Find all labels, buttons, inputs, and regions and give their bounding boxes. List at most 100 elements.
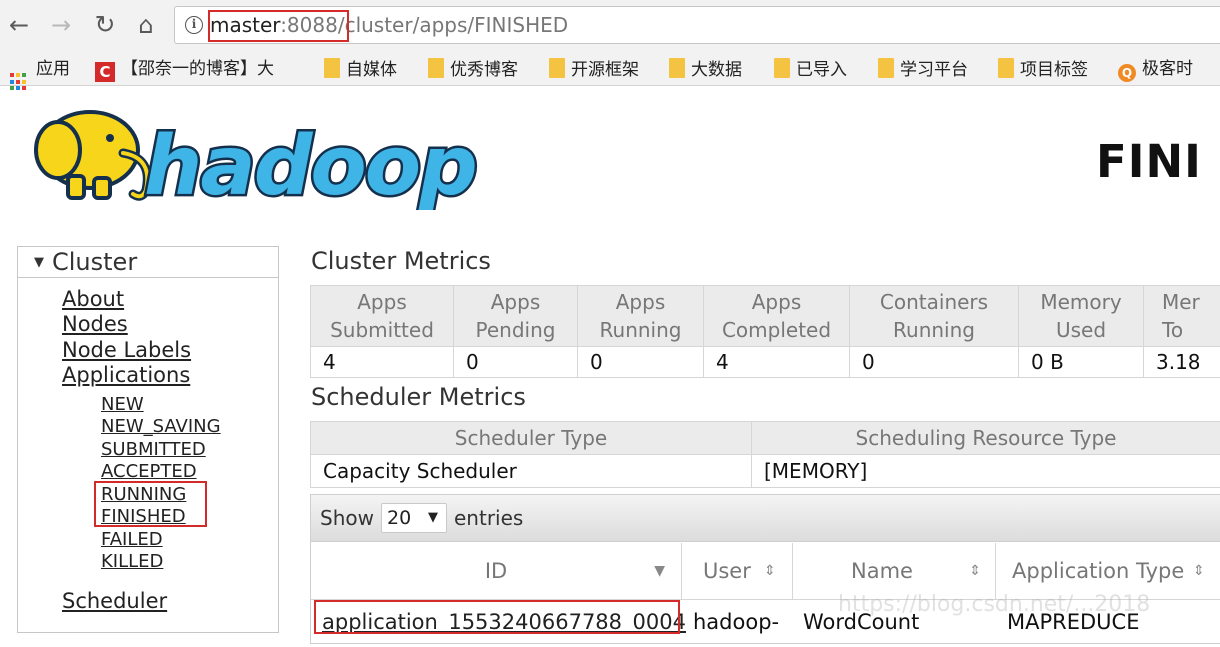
bookmarks-bar: 应用 C 【邵奈一的博客】大 自媒体 优秀博客 开源框架 大数据 已导入 学习平台…: [0, 52, 1220, 91]
running-finished-highlight-box: [94, 481, 207, 527]
cluster-metrics-title: Cluster Metrics: [311, 247, 491, 275]
scheduler-metrics-value-row: Capacity Scheduler [MEMORY]: [310, 454, 1220, 488]
entries-label: entries: [454, 506, 524, 530]
bookmark-folder-imported[interactable]: 已导入: [774, 58, 847, 80]
bookmark-csdn-blog[interactable]: C 【邵奈一的博客】大: [95, 58, 274, 82]
applications-table-toolbar: Show 20 ▼ entries: [311, 495, 1220, 542]
scheduler-metrics-title: Scheduler Metrics: [311, 383, 526, 411]
col-memory-total: Mer To: [1143, 285, 1220, 347]
sidebar-state-killed[interactable]: KILLED: [101, 551, 163, 573]
bookmark-label: 已导入: [796, 60, 847, 80]
url-path: /cluster/apps/FINISHED: [337, 13, 569, 37]
bookmark-folder-blogs[interactable]: 优秀博客: [428, 58, 518, 80]
sidebar-link-node-labels[interactable]: Node Labels: [62, 338, 191, 362]
home-icon[interactable]: ⌂: [132, 11, 160, 39]
bookmark-label: 应用: [36, 59, 70, 79]
entries-per-page-select[interactable]: 20 ▼: [381, 503, 447, 533]
sort-desc-icon: ▼: [654, 563, 665, 579]
sidebar-state-new[interactable]: NEW: [101, 394, 144, 416]
cluster-metrics-value-row: 4 0 0 4 0 0 B 3.18: [310, 346, 1220, 378]
value-containers-running: 0: [849, 346, 1019, 378]
sort-icon: ⇕: [1193, 563, 1205, 579]
bookmark-label: 优秀博客: [450, 60, 518, 80]
bookmark-apps[interactable]: 应用: [10, 58, 70, 91]
back-arrow-icon[interactable]: ←: [5, 11, 33, 39]
bookmark-label: 大数据: [691, 60, 742, 80]
sidebar-state-new-saving[interactable]: NEW_SAVING: [101, 416, 221, 438]
browser-toolbar: ← → ↻ ⌂ i master:8088/cluster/apps/FINIS…: [0, 0, 1220, 52]
bookmark-folder-zimeiti[interactable]: 自媒体: [324, 58, 397, 80]
folder-icon: [669, 58, 685, 78]
col-header-user[interactable]: User ⇕: [682, 543, 793, 599]
bookmark-label: 极客时: [1142, 59, 1193, 79]
sidebar-bottom-border: [17, 632, 279, 635]
bookmark-folder-bigdata[interactable]: 大数据: [669, 58, 742, 80]
hadoop-logo: hadoop: [34, 110, 478, 210]
sort-icon: ⇕: [969, 563, 981, 579]
col-scheduling-resource-type: Scheduling Resource Type: [751, 421, 1220, 455]
bookmark-folder-opensource[interactable]: 开源框架: [549, 58, 639, 80]
bookmark-label: 【邵奈一的博客】大: [121, 59, 274, 79]
application-user: hadoop-: [693, 610, 780, 634]
csdn-icon: C: [95, 62, 115, 82]
scheduler-metrics-header-row: Scheduler Type Scheduling Resource Type: [310, 421, 1220, 455]
col-header-id[interactable]: ID ▼: [311, 543, 682, 599]
bookmark-geektime[interactable]: Q 极客时: [1118, 58, 1193, 82]
sidebar-link-scheduler[interactable]: Scheduler: [62, 589, 167, 613]
sidebar-title: Cluster: [52, 248, 138, 276]
page-title: FINI: [1096, 135, 1202, 188]
show-label: Show: [320, 506, 374, 530]
value-memory-used: 0 B: [1018, 346, 1144, 378]
address-bar[interactable]: i master:8088/cluster/apps/FINISHED: [174, 6, 1220, 44]
watermark: https://blog.csdn.net/...2018: [838, 592, 1151, 617]
folder-icon: [324, 58, 340, 78]
geektime-icon: Q: [1118, 64, 1136, 82]
bookmark-folder-projects[interactable]: 项目标签: [998, 58, 1088, 80]
col-apps-completed: Apps Completed: [703, 285, 850, 347]
bookmark-label: 学习平台: [900, 60, 968, 80]
col-memory-used: Memory Used: [1018, 285, 1144, 347]
sidebar-state-failed[interactable]: FAILED: [101, 529, 163, 551]
entries-select-value: 20: [387, 507, 412, 529]
elephant-icon: [34, 110, 152, 201]
folder-icon: [878, 58, 894, 78]
apps-grid-icon: [10, 73, 28, 91]
value-apps-running: 0: [577, 346, 704, 378]
folder-icon: [549, 58, 565, 78]
cluster-metrics-header-row: Apps Submitted Apps Pending Apps Running Ap…: [310, 285, 1220, 347]
sidebar-state-accepted[interactable]: ACCEPTED: [101, 461, 197, 483]
sidebar-link-nodes[interactable]: Nodes: [62, 312, 128, 336]
cluster-metrics-table: Apps Submitted Apps Pending Apps Running Ap…: [310, 285, 1220, 378]
col-apps-running: Apps Running: [577, 285, 704, 347]
folder-icon: [998, 58, 1014, 78]
forward-arrow-icon[interactable]: →: [47, 11, 75, 39]
scheduler-metrics-table: Scheduler Type Scheduling Resource Type …: [310, 421, 1220, 488]
applications-table: Show 20 ▼ entries ID ▼ User ⇕ Name ⇕ Applica…: [310, 494, 1220, 644]
col-apps-pending: Apps Pending: [453, 285, 578, 347]
value-scheduler-type: Capacity Scheduler: [310, 454, 752, 488]
sidebar-link-applications[interactable]: Applications: [62, 363, 190, 387]
bookmark-label: 项目标签: [1020, 60, 1088, 80]
sidebar-state-submitted[interactable]: SUBMITTED: [101, 439, 206, 461]
sidebar-link-about[interactable]: About: [62, 287, 124, 311]
folder-icon: [774, 58, 790, 78]
col-header-application-type[interactable]: Application Type ⇕: [996, 543, 1220, 599]
sidebar-header-cluster[interactable]: ▼ Cluster: [18, 247, 278, 278]
col-apps-submitted: Apps Submitted: [310, 285, 454, 347]
reload-icon[interactable]: ↻: [91, 11, 119, 39]
sidebar-cluster: ▼ Cluster About Nodes Node Labels Applica…: [17, 246, 279, 632]
value-apps-submitted: 4: [310, 346, 454, 378]
col-header-name[interactable]: Name ⇕: [793, 543, 996, 599]
folder-icon: [428, 58, 444, 78]
collapse-triangle-icon: ▼: [34, 255, 44, 270]
col-containers-running: Containers Running: [849, 285, 1019, 347]
info-icon[interactable]: i: [185, 16, 203, 34]
url-highlight-box: [208, 10, 349, 42]
value-scheduling-resource-type: [MEMORY]: [751, 454, 1220, 488]
bookmark-label: 自媒体: [346, 60, 397, 80]
bookmark-folder-learning[interactable]: 学习平台: [878, 58, 968, 80]
logo-wordmark: hadoop: [144, 119, 476, 210]
value-memory-total: 3.18: [1143, 346, 1220, 378]
value-apps-completed: 4: [703, 346, 850, 378]
applications-table-header: ID ▼ User ⇕ Name ⇕ Application Type ⇕: [311, 543, 1220, 599]
